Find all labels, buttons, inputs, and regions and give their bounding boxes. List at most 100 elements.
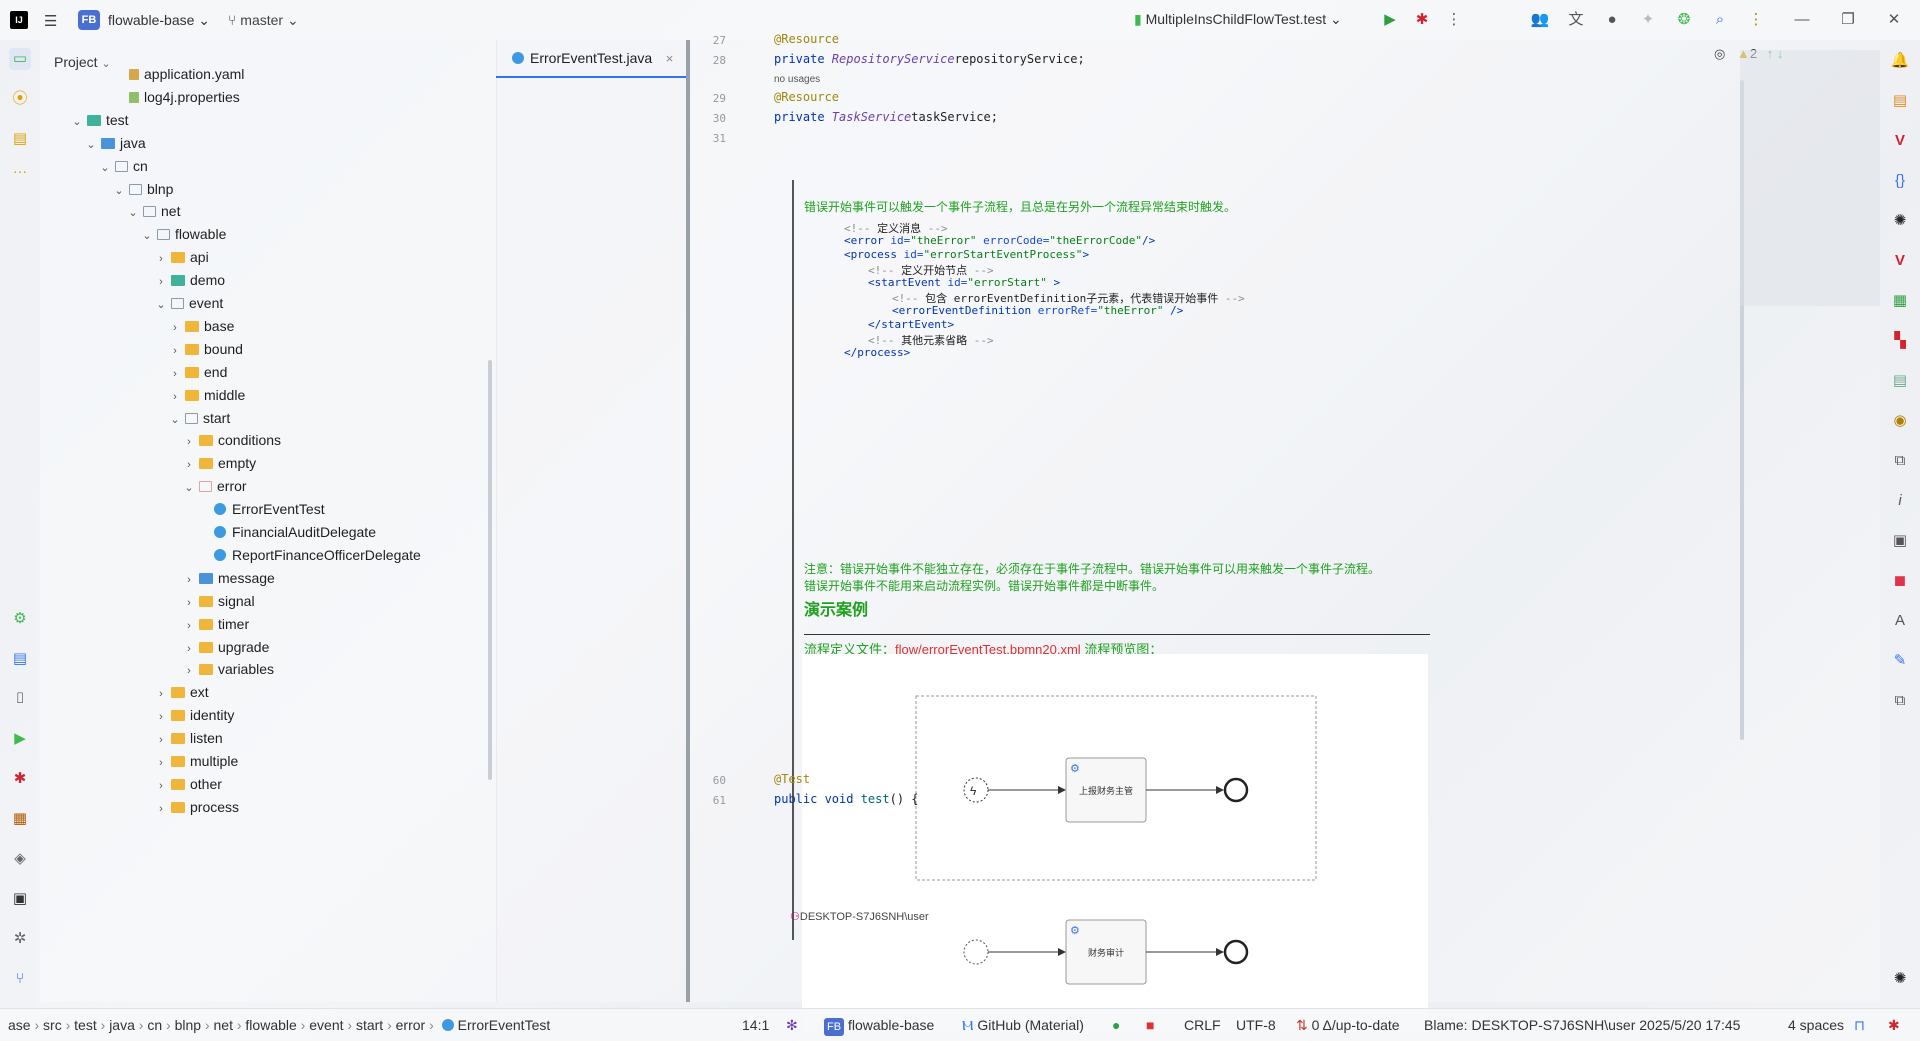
grid-tool-icon[interactable]: ▦	[1889, 290, 1911, 312]
info-icon[interactable]: i	[1889, 490, 1911, 512]
status-plugin-icon[interactable]: ✱	[1888, 1009, 1900, 1041]
structure-tool-icon[interactable]: ▤	[9, 128, 31, 150]
tree-item-upgrade[interactable]: › upgrade	[182, 635, 269, 659]
indent-info[interactable]: 4 spaces	[1788, 1009, 1844, 1041]
save-tool-icon[interactable]: ▣	[1889, 530, 1911, 552]
layers-icon[interactable]: ◈	[9, 848, 31, 870]
notifications-icon[interactable]: 🔔	[1889, 50, 1911, 72]
commit-tool-icon[interactable]: ⦿	[9, 88, 31, 110]
close-tab-icon[interactable]: ×	[666, 51, 674, 66]
code-line[interactable]: private RepositoryServicerepositoryServi…	[774, 52, 1085, 66]
status-ok-icon[interactable]: ●	[1112, 1009, 1120, 1041]
search-icon[interactable]: ⌕	[1710, 10, 1730, 30]
breadcrumb-item[interactable]: error	[396, 1017, 426, 1033]
json-tool-icon[interactable]: {}	[1889, 170, 1911, 192]
services-icon[interactable]: ⚙	[9, 608, 31, 630]
windows-icon[interactable]: ■	[1146, 1009, 1154, 1041]
tree-item-erroreventtest[interactable]: ErrorEventTest	[196, 497, 325, 521]
more-tools-icon[interactable]: …	[9, 158, 31, 180]
chevron-down-icon[interactable]: ⌄	[140, 224, 154, 248]
code-line[interactable]: public void test() {	[774, 792, 919, 806]
tree-item-message[interactable]: › message	[182, 566, 275, 590]
text-tool-icon[interactable]: ▤	[1889, 370, 1911, 392]
tree-item-middle[interactable]: › middle	[168, 383, 245, 407]
updates-icon[interactable]: ⋮	[1746, 10, 1766, 30]
breadcrumb-item[interactable]: event	[309, 1017, 343, 1033]
breadcrumb-item[interactable]: start	[356, 1017, 383, 1033]
vue-tool-icon[interactable]: V	[1889, 130, 1911, 152]
tree-item-ext[interactable]: › ext	[154, 680, 209, 704]
chevron-down-icon[interactable]: ⌄	[126, 201, 140, 225]
code-line[interactable]: @Resource	[774, 90, 839, 104]
breadcrumb-item[interactable]: net	[214, 1017, 233, 1033]
breadcrumb-item[interactable]: flowable	[245, 1017, 296, 1033]
tree-item-financialauditdelegate[interactable]: FinancialAuditDelegate	[196, 520, 376, 544]
chevron-down-icon[interactable]: ⌄	[154, 293, 168, 317]
breadcrumb-item[interactable]: blnp	[175, 1017, 201, 1033]
edit-tool-icon[interactable]: ✎	[1889, 650, 1911, 672]
close-icon[interactable]: ✕	[1884, 10, 1904, 30]
tree-item-error[interactable]: ⌄ error	[182, 474, 246, 498]
tree-item-end[interactable]: › end	[168, 360, 227, 384]
file-encoding[interactable]: UTF-8	[1236, 1009, 1276, 1041]
tree-item-test[interactable]: ⌄ test	[70, 108, 128, 132]
tree-item-demo[interactable]: › demo	[154, 268, 225, 292]
messages-icon[interactable]: ▤	[9, 648, 31, 670]
project-panel-header[interactable]: Project ⌄	[54, 54, 111, 70]
debug-icon[interactable]: ✱	[1412, 10, 1432, 30]
chevron-down-icon[interactable]: ⌄	[168, 408, 182, 432]
hierarchy-icon[interactable]: ⧉	[1889, 450, 1911, 472]
lock-icon[interactable]: ⊓	[1854, 1009, 1865, 1041]
translate-tool-icon[interactable]: A	[1889, 610, 1911, 632]
run-tool-icon[interactable]: ▶	[9, 728, 31, 750]
terminal-icon[interactable]: ▣	[9, 888, 31, 910]
vcs-status[interactable]: ⇅ 0 Δ/up-to-date	[1296, 1009, 1400, 1041]
minimap-viewport[interactable]	[1740, 50, 1880, 306]
translate-icon[interactable]: 文	[1566, 10, 1586, 30]
tree-item-conditions[interactable]: › conditions	[182, 428, 281, 452]
code-line[interactable]: @Test	[774, 772, 810, 786]
more-actions-icon[interactable]: ⋮	[1444, 10, 1464, 30]
project-tool-icon[interactable]: ▭	[9, 48, 31, 70]
tree-item-process[interactable]: › process	[154, 795, 239, 819]
ai-assistant-icon[interactable]: ❂	[1674, 10, 1694, 30]
tree-item-application.yaml[interactable]: application.yaml	[112, 62, 244, 86]
main-menu-icon[interactable]: ☰	[44, 12, 57, 30]
tree-item-listen[interactable]: › listen	[154, 726, 223, 750]
tree-item-api[interactable]: › api	[154, 245, 209, 269]
code-line[interactable]: private TaskServicetaskService;	[774, 110, 998, 124]
breadcrumb-item[interactable]: test	[74, 1017, 97, 1033]
project-name[interactable]: flowable-base ⌄	[108, 12, 210, 29]
tree-item-net[interactable]: ⌄ net	[126, 199, 180, 223]
plugin-tool-icon[interactable]: ✺	[1889, 210, 1911, 232]
tree-item-reportfinanceofficerdelegate[interactable]: ReportFinanceOfficerDelegate	[196, 543, 421, 567]
chevron-right-icon[interactable]: ›	[154, 797, 168, 821]
ai-status-icon[interactable]: ✻	[786, 1009, 798, 1041]
tree-item-identity[interactable]: › identity	[154, 703, 234, 727]
code-with-me-icon[interactable]: 👥	[1530, 10, 1550, 30]
breadcrumb-item[interactable]: src	[43, 1017, 62, 1033]
run-icon[interactable]: ▶	[1380, 10, 1400, 30]
code-line[interactable]: @Resource	[774, 32, 839, 46]
record-icon[interactable]: ●	[1602, 10, 1622, 30]
code-line[interactable]: no usages	[774, 74, 820, 85]
project-widget[interactable]: FB flowable-base	[824, 1009, 934, 1041]
tree-item-multiple[interactable]: › multiple	[154, 749, 238, 773]
code-editor[interactable]: 27 @Resource 28 private RepositoryServicere…	[690, 32, 1880, 1034]
plugin-icon[interactable]: ✦	[1638, 10, 1658, 30]
breadcrumb-item[interactable]: ase	[8, 1017, 31, 1033]
tree-item-flowable[interactable]: ⌄ flowable	[140, 222, 226, 246]
git-icon[interactable]: ⑂	[9, 968, 31, 990]
tree-scrollbar[interactable]	[488, 360, 492, 780]
tree-item-signal[interactable]: › signal	[182, 589, 254, 613]
breadcrumb-item[interactable]: cn	[147, 1017, 162, 1033]
tree-item-empty[interactable]: › empty	[182, 451, 256, 475]
restore-icon[interactable]: ❐	[1838, 10, 1858, 30]
chevron-down-icon[interactable]: ⌄	[84, 133, 98, 157]
tree-item-cn[interactable]: ⌄ cn	[98, 154, 147, 178]
database-tool-icon[interactable]: ▤	[1889, 90, 1911, 112]
project-badge[interactable]: FB	[78, 10, 100, 30]
code-author-hint[interactable]: ⚇DESKTOP-S7J6SNH\user	[790, 910, 929, 923]
vcs-branch-widget[interactable]: ⑂ master ⌄	[228, 12, 299, 29]
tree-item-variables[interactable]: › variables	[182, 657, 274, 681]
